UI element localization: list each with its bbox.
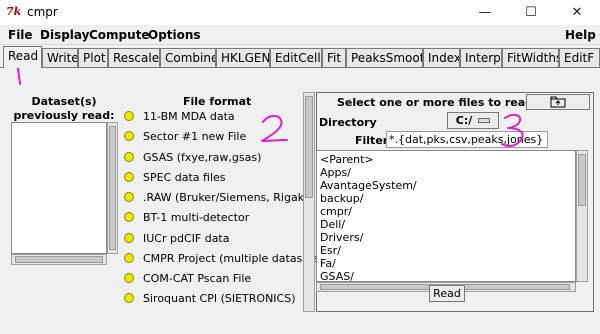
filter-label: Filter — [355, 134, 389, 147]
datasets-heading-line2: previously read: — [13, 109, 115, 122]
menu-bar: File Display Compute Options Help — [0, 25, 600, 45]
tab-plot[interactable]: Plot — [78, 48, 108, 67]
radio-button[interactable] — [124, 111, 134, 121]
tab-rescale[interactable]: Rescale — [108, 48, 160, 67]
file-list-item[interactable]: Apps/ — [317, 166, 575, 179]
tab-fitwidths[interactable]: FitWidths — [502, 48, 559, 67]
format-option-pdcif[interactable]: IUCr pdCIF data — [124, 230, 230, 246]
format-option-cmpr-project[interactable]: CMPR Project (multiple datasets) — [124, 250, 323, 266]
tk-app-icon: 7k — [6, 5, 22, 18]
format-option-spec[interactable]: SPEC data files — [124, 169, 226, 185]
file-list-item[interactable]: <Parent> — [317, 153, 575, 166]
tab-write[interactable]: Write — [42, 48, 78, 67]
file-list-item[interactable]: AvantageSystem/ — [317, 179, 575, 192]
format-option-label: GSAS (fxye,raw,gsas) — [143, 150, 262, 164]
maximize-button[interactable]: ☐ — [508, 0, 554, 25]
folder-up-icon — [550, 96, 566, 108]
window-title: cmpr — [27, 5, 58, 19]
radio-button[interactable] — [124, 293, 134, 303]
format-option-label: BT-1 multi-detector — [143, 210, 250, 224]
radio-button[interactable] — [124, 172, 134, 182]
format-option-label: Siroquant CPI (SIETRONICS) — [143, 291, 296, 305]
format-option-raw[interactable]: .RAW (Bruker/Siemens, Rigaku) — [124, 189, 315, 205]
datasets-listbox[interactable] — [11, 122, 107, 254]
scrollbar-thumb[interactable] — [109, 126, 116, 250]
format-option-11bm-mda[interactable]: 11-BM MDA data — [124, 108, 235, 124]
tab-fit[interactable]: Fit — [322, 48, 346, 67]
radio-button[interactable] — [124, 273, 134, 283]
tab-interp[interactable]: Interp — [460, 48, 502, 67]
file-list-item[interactable]: GSAS/ — [317, 270, 575, 281]
datasets-horizontal-scrollbar[interactable] — [11, 254, 107, 265]
tab-hklgen[interactable]: HKLGEN — [216, 48, 270, 67]
file-list-item[interactable]: backup/ — [317, 192, 575, 205]
radio-button[interactable] — [124, 253, 134, 263]
format-option-bt1[interactable]: BT-1 multi-detector — [124, 209, 249, 225]
radio-button[interactable] — [124, 152, 134, 162]
format-option-siroquant[interactable]: Siroquant CPI (SIETRONICS) — [124, 290, 296, 306]
menu-options[interactable]: Options — [148, 28, 201, 42]
format-option-label: CMPR Project (multiple datasets) — [143, 251, 324, 265]
minimize-button[interactable]: — — [462, 0, 508, 25]
format-option-label: 11-BM MDA data — [143, 109, 235, 123]
scrollbar-thumb[interactable] — [305, 96, 313, 198]
tab-combine[interactable]: Combine — [160, 48, 216, 67]
format-option-label: Sector #1 new File — [143, 129, 247, 143]
directory-menubutton[interactable]: C:/ — [447, 112, 499, 129]
menu-display[interactable]: Display — [40, 28, 89, 42]
filter-input[interactable]: *.{dat,pks,csv,peaks,jones} — [386, 131, 548, 148]
format-option-label: IUCr pdCIF data — [143, 231, 230, 245]
tab-peakssmooth[interactable]: PeaksSmooth — [346, 48, 423, 67]
radio-button[interactable] — [124, 233, 134, 243]
radio-button[interactable] — [124, 212, 134, 222]
file-listbox[interactable]: <Parent> Apps/ AvantageSystem/ backup/ c… — [316, 150, 576, 282]
format-option-gsas[interactable]: GSAS (fxye,raw,gsas) — [124, 149, 261, 165]
directory-label: Directory — [319, 116, 377, 129]
tab-divider — [0, 67, 600, 68]
file-list-item[interactable]: Esr/ — [317, 244, 575, 257]
menu-help[interactable]: Help — [565, 28, 596, 42]
datasets-heading-line1: Dataset(s) — [31, 95, 97, 108]
file-format-heading: File format — [183, 95, 252, 108]
scrollbar-thumb[interactable] — [15, 256, 103, 263]
directory-value: C:/ — [455, 114, 473, 127]
format-option-comcat[interactable]: COM-CAT Pscan File — [124, 270, 251, 286]
format-option-label: .RAW (Bruker/Siemens, Rigaku) — [143, 190, 315, 204]
close-button[interactable]: ✕ — [554, 0, 600, 25]
annotation-mark-2 — [261, 114, 288, 142]
radio-button[interactable] — [124, 192, 134, 202]
tab-read[interactable]: Read — [3, 46, 42, 68]
menu-file[interactable]: File — [8, 28, 33, 42]
file-list-item[interactable]: Dell/ — [317, 218, 575, 231]
window-titlebar: 7k cmpr — ☐ ✕ — [0, 0, 600, 25]
tab-editf[interactable]: EditF — [559, 48, 600, 67]
option-menu-indicator-icon — [478, 118, 491, 123]
datasets-vertical-scrollbar[interactable] — [107, 122, 118, 254]
format-vertical-scrollbar[interactable] — [303, 92, 315, 312]
scrollbar-thumb[interactable] — [578, 154, 586, 206]
tab-index[interactable]: Index — [423, 48, 460, 67]
notebook-tabs: Read Write Plot Rescale Combine HKLGEN E… — [0, 46, 600, 68]
radio-button[interactable] — [124, 131, 134, 141]
file-browser-title: Select one or more files to read — [337, 96, 534, 109]
menu-compute[interactable]: Compute — [89, 28, 150, 42]
file-list-vertical-scrollbar[interactable] — [576, 150, 588, 282]
format-option-label: SPEC data files — [143, 170, 226, 184]
tab-editcell[interactable]: EditCell — [270, 48, 322, 67]
read-button[interactable]: Read — [429, 285, 465, 302]
file-list-item[interactable]: Fa/ — [317, 257, 575, 270]
format-option-sector1[interactable]: Sector #1 new File — [124, 128, 246, 144]
parent-folder-button[interactable] — [526, 94, 590, 110]
format-option-label: COM-CAT Pscan File — [143, 271, 252, 285]
file-list-item[interactable]: cmpr/ — [317, 205, 575, 218]
datasets-heading: Dataset(s) previously read: — [12, 95, 116, 123]
file-list-item[interactable]: Drivers/ — [317, 231, 575, 244]
